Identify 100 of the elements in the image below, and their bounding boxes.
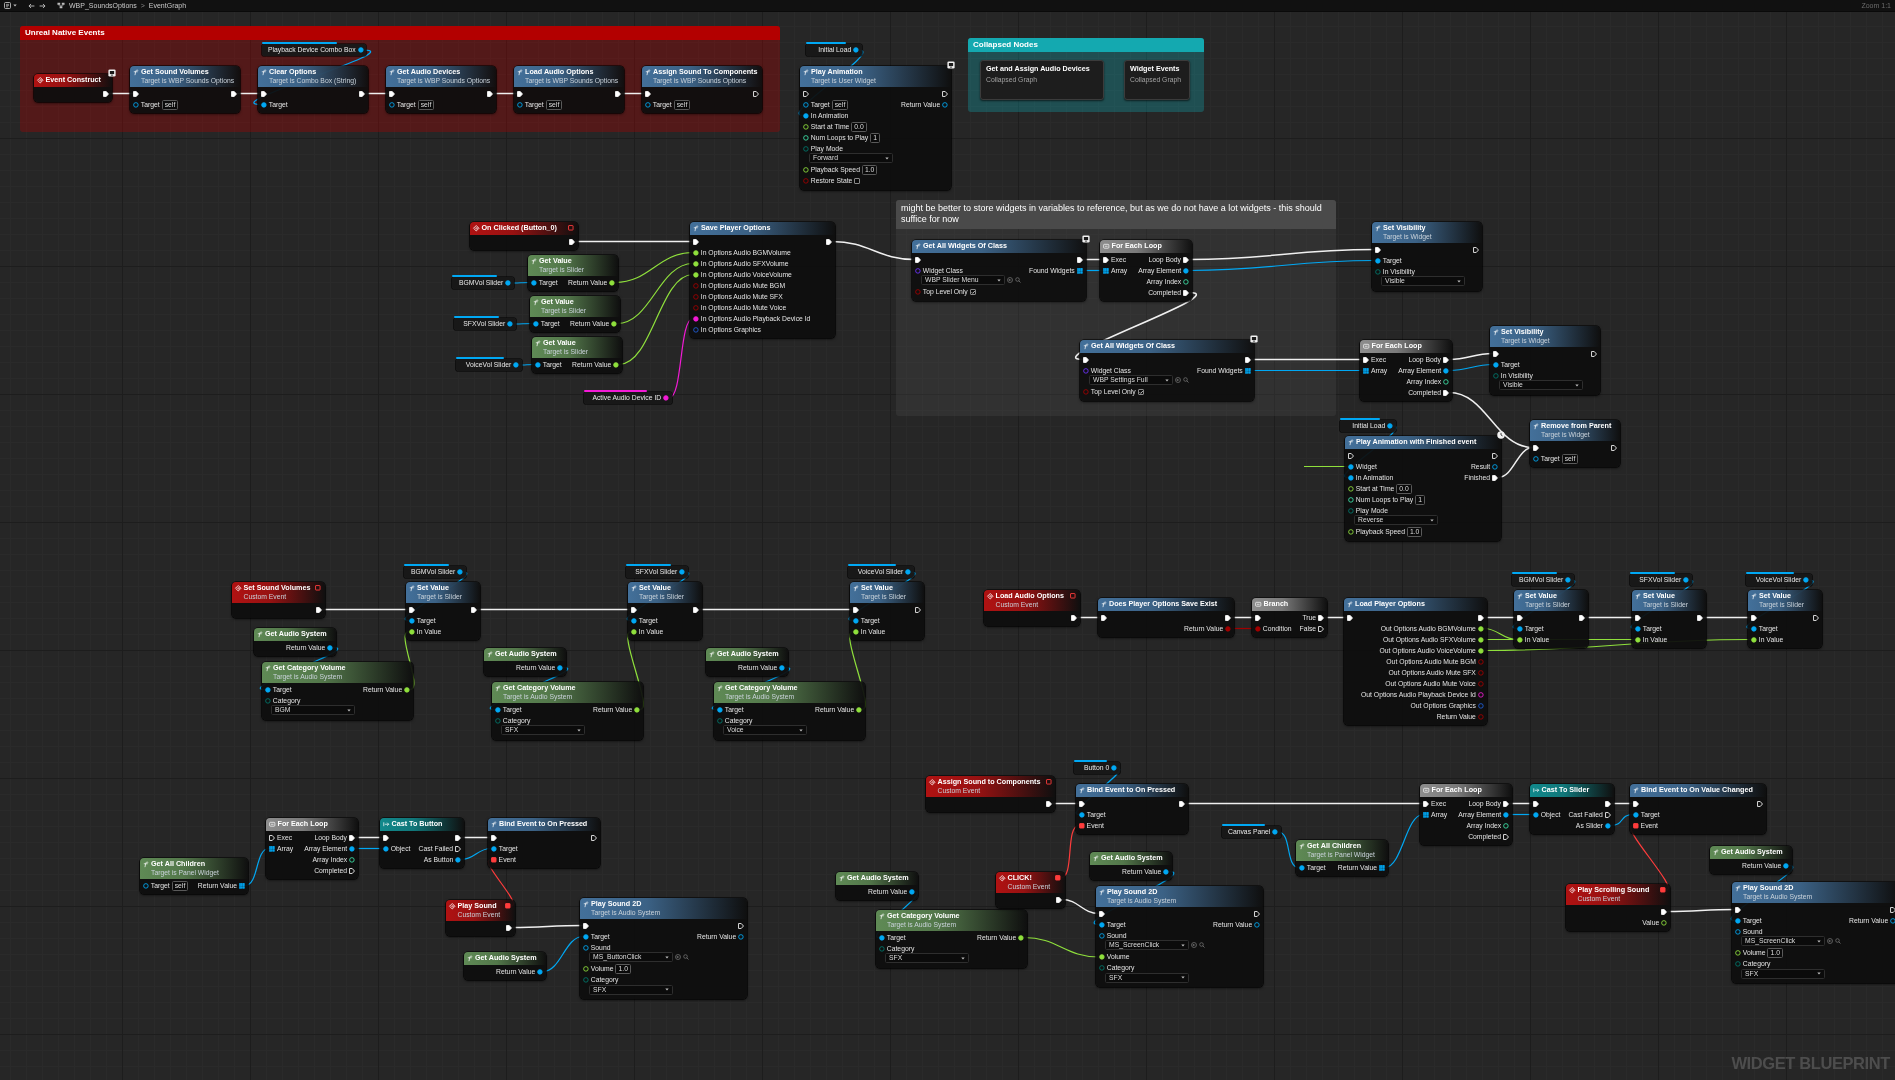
data-pin-icon[interactable]: [261, 101, 267, 108]
search-icon[interactable]: [683, 954, 689, 960]
data-pin-icon[interactable]: [1099, 921, 1105, 928]
data-pin-icon[interactable]: [1348, 463, 1354, 470]
data-pin-icon[interactable]: [905, 569, 911, 575]
exec-pin-icon[interactable]: [1076, 256, 1083, 263]
exec-pin-icon[interactable]: [737, 922, 744, 929]
exec-pin-icon[interactable]: [1813, 614, 1819, 621]
data-pin-icon[interactable]: [513, 362, 519, 368]
exec-pin-icon[interactable]: [1318, 614, 1325, 621]
exec-pin-icon[interactable]: [853, 606, 859, 613]
exec-pin-icon[interactable]: [517, 90, 523, 97]
exec-pin-icon[interactable]: [409, 606, 415, 613]
exec-pin-icon[interactable]: [1604, 811, 1611, 818]
delegate-pin-icon[interactable]: [1055, 875, 1061, 881]
array-pin-icon[interactable]: [1379, 864, 1385, 871]
array-pin-icon[interactable]: [1076, 267, 1083, 274]
exec-pin-icon[interactable]: [1633, 800, 1639, 807]
delegate-pin-icon[interactable]: [1045, 779, 1052, 785]
exec-pin-icon[interactable]: [349, 867, 355, 874]
exec-pin-icon[interactable]: [1255, 614, 1261, 621]
data-pin-icon[interactable]: [1751, 625, 1757, 632]
data-pin-icon[interactable]: [693, 315, 699, 322]
exec-pin-icon[interactable]: [1083, 356, 1089, 363]
exec-pin-icon[interactable]: [1318, 625, 1325, 632]
data-pin-icon[interactable]: [533, 320, 539, 327]
data-pin-icon[interactable]: [1503, 811, 1509, 818]
data-pin-icon[interactable]: [507, 321, 513, 327]
data-pin-icon[interactable]: [583, 933, 589, 940]
exec-pin-icon[interactable]: [1079, 800, 1085, 807]
exec-pin-icon[interactable]: [1533, 800, 1539, 807]
exec-pin-icon[interactable]: [631, 606, 637, 613]
data-pin-icon[interactable]: [1605, 822, 1611, 829]
arrow-circle-icon[interactable]: [1827, 938, 1833, 944]
data-pin-icon[interactable]: [349, 845, 355, 852]
array-pin-icon[interactable]: [1244, 367, 1251, 374]
array-pin-icon[interactable]: [269, 845, 275, 852]
exec-pin-icon[interactable]: [1735, 906, 1741, 913]
data-pin-icon[interactable]: [357, 47, 364, 53]
search-icon[interactable]: [1015, 277, 1021, 283]
exec-pin-icon[interactable]: [1375, 246, 1381, 253]
data-pin-icon[interactable]: [455, 856, 461, 863]
data-pin-icon[interactable]: [631, 617, 637, 624]
data-pin-icon[interactable]: [1565, 577, 1571, 583]
data-pin-icon[interactable]: [779, 664, 785, 671]
data-pin-icon[interactable]: [1493, 361, 1499, 368]
exec-pin-icon[interactable]: [1101, 614, 1107, 621]
exec-pin-icon[interactable]: [1348, 452, 1354, 459]
exec-pin-icon[interactable]: [1225, 614, 1231, 621]
data-pin-icon[interactable]: [717, 706, 723, 713]
array-pin-icon[interactable]: [239, 882, 245, 889]
exec-pin-icon[interactable]: [615, 90, 621, 97]
exec-pin-icon[interactable]: [645, 90, 651, 97]
exec-pin-icon[interactable]: [1103, 256, 1109, 263]
delegate-pin-icon[interactable]: [1070, 593, 1076, 599]
exec-pin-icon[interactable]: [1473, 246, 1479, 253]
exec-pin-icon[interactable]: [1179, 800, 1185, 807]
arrow-circle-icon[interactable]: [1175, 377, 1181, 383]
exec-pin-icon[interactable]: [1046, 800, 1053, 807]
data-pin-icon[interactable]: [557, 664, 563, 671]
exec-pin-icon[interactable]: [1492, 452, 1498, 459]
exec-pin-icon[interactable]: [1493, 350, 1499, 357]
exec-pin-icon[interactable]: [803, 90, 809, 97]
exec-pin-icon[interactable]: [693, 606, 699, 613]
exec-pin-icon[interactable]: [1579, 614, 1585, 621]
arrow-circle-icon[interactable]: [1007, 277, 1013, 283]
exec-pin-icon[interactable]: [269, 834, 275, 841]
data-pin-icon[interactable]: [535, 361, 541, 368]
data-pin-icon[interactable]: [1683, 577, 1689, 583]
exec-pin-icon[interactable]: [231, 90, 237, 97]
exec-pin-icon[interactable]: [383, 834, 389, 841]
data-pin-icon[interactable]: [1783, 862, 1789, 869]
exec-pin-icon[interactable]: [1533, 444, 1539, 451]
exec-pin-icon[interactable]: [1443, 356, 1449, 363]
checkbox[interactable]: [1137, 389, 1144, 395]
delegate-pin-icon[interactable]: [568, 225, 574, 231]
exec-pin-icon[interactable]: [1363, 356, 1369, 363]
delegate-pin-icon[interactable]: [1660, 887, 1666, 893]
exec-pin-icon[interactable]: [316, 606, 323, 613]
exec-pin-icon[interactable]: [1492, 474, 1498, 481]
exec-pin-icon[interactable]: [455, 834, 461, 841]
exec-pin-icon[interactable]: [1244, 356, 1251, 363]
data-pin-icon[interactable]: [663, 395, 669, 401]
data-pin-icon[interactable]: [1163, 868, 1169, 875]
data-pin-icon[interactable]: [1272, 829, 1279, 835]
exec-pin-icon[interactable]: [569, 238, 575, 245]
forward-arrow-icon[interactable]: [39, 2, 46, 9]
exec-pin-icon[interactable]: [1099, 910, 1105, 917]
exec-pin-icon[interactable]: [915, 606, 921, 613]
data-pin-icon[interactable]: [1183, 267, 1189, 274]
data-pin-icon[interactable]: [495, 706, 501, 713]
data-pin-icon[interactable]: [679, 569, 685, 575]
exec-pin-icon[interactable]: [915, 256, 921, 263]
data-pin-icon[interactable]: [531, 279, 537, 286]
exec-pin-icon[interactable]: [491, 834, 497, 841]
exec-pin-icon[interactable]: [591, 834, 597, 841]
data-pin-icon[interactable]: [1443, 367, 1449, 374]
delegate-pin-icon[interactable]: [315, 585, 322, 591]
exec-pin-icon[interactable]: [941, 90, 948, 97]
search-icon[interactable]: [1835, 938, 1841, 944]
